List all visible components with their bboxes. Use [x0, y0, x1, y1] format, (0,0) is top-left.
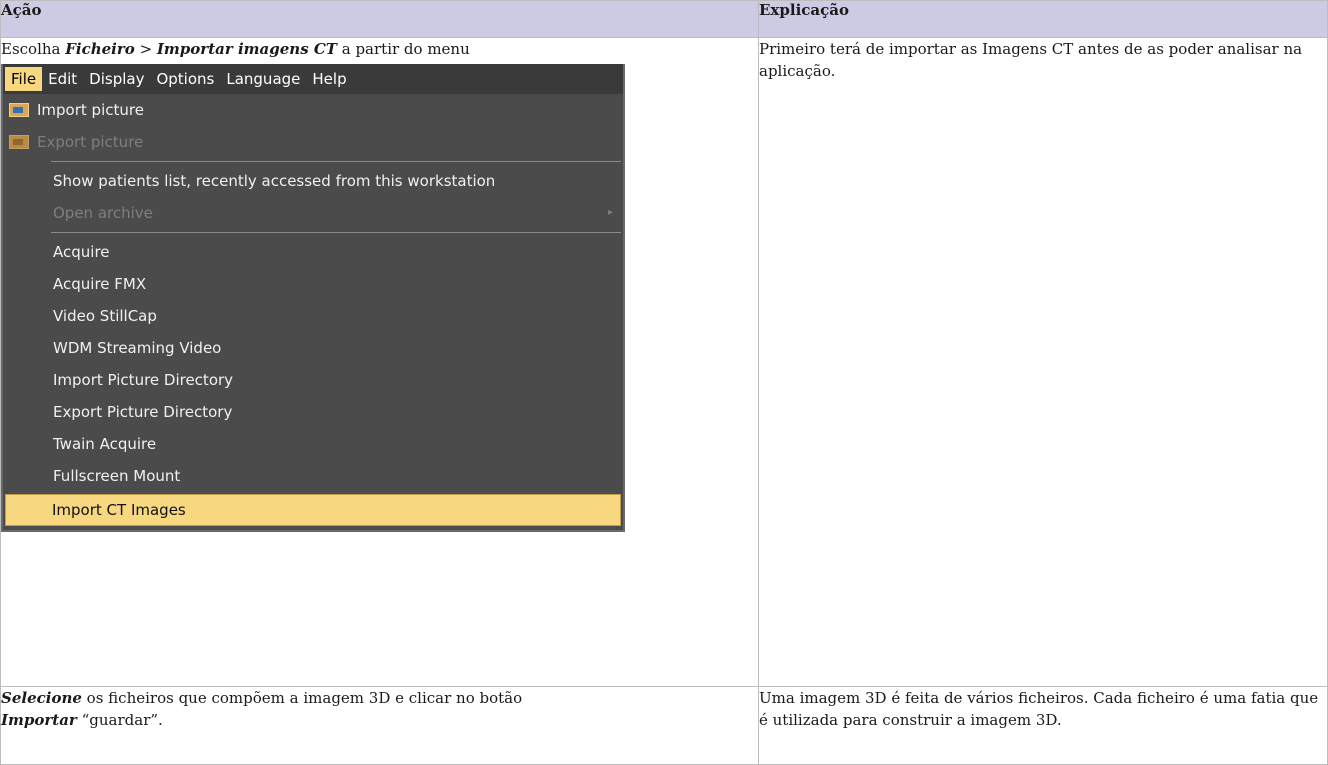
step-row-2: Selecione os ficheiros que compõem a ima…	[0, 686, 1328, 765]
menu-item-label: Open archive	[53, 204, 153, 222]
step1-explanation: Primeiro terá de importar as Imagens CT …	[758, 37, 1328, 687]
instr-text: Escolha	[1, 40, 66, 58]
export-picture-icon	[9, 135, 29, 149]
file-menu-screenshot: File Edit Display Options Language Help …	[1, 64, 625, 532]
step2-action-cell: Selecione os ficheiros que compõem a ima…	[0, 686, 759, 765]
menu-item-import-picture[interactable]: Import picture	[3, 94, 623, 126]
menu-item-twain-acquire[interactable]: Twain Acquire	[3, 428, 623, 460]
step-row-1: Escolha Ficheiro > Importar imagens CT a…	[0, 37, 1328, 687]
step2-select-word: Selecione	[1, 689, 82, 707]
menu-item-label: Import picture	[37, 101, 144, 119]
menu-separator	[51, 232, 621, 233]
step1-instruction: Escolha Ficheiro > Importar imagens CT a…	[1, 38, 758, 60]
menu-language[interactable]: Language	[220, 67, 306, 91]
menu-item-open-archive: Open archive ▸	[3, 197, 623, 229]
instr-menu-file: Ficheiro	[65, 40, 135, 58]
menu-item-import-ct-images[interactable]: Import CT Images	[5, 494, 621, 526]
import-picture-icon	[9, 103, 29, 117]
menu-options[interactable]: Options	[150, 67, 220, 91]
menu-item-show-patients[interactable]: Show patients list, recently accessed fr…	[3, 165, 623, 197]
menu-item-export-directory[interactable]: Export Picture Directory	[3, 396, 623, 428]
menu-edit[interactable]: Edit	[42, 67, 83, 91]
header-explanation: Explicação	[758, 0, 1328, 38]
step1-action-cell: Escolha Ficheiro > Importar imagens CT a…	[0, 37, 759, 687]
step2-line2-text: “guardar”.	[76, 711, 163, 729]
step2-line1: Selecione os ficheiros que compõem a ima…	[1, 687, 758, 709]
menu-item-fullscreen-mount[interactable]: Fullscreen Mount	[3, 460, 623, 492]
step2-explanation: Uma imagem 3D é feita de vários ficheiro…	[758, 686, 1328, 765]
instr-menu-import-ct: Importar imagens CT	[156, 40, 337, 58]
menu-item-wdm-streaming[interactable]: WDM Streaming Video	[3, 332, 623, 364]
header-row: Ação Explicação	[0, 0, 1328, 38]
menu-item-label: Export picture	[37, 133, 144, 151]
file-dropdown: Import picture Export picture Show patie…	[3, 94, 623, 530]
header-action: Ação	[0, 0, 759, 38]
instr-separator: >	[134, 40, 157, 58]
menu-item-acquire[interactable]: Acquire	[3, 236, 623, 268]
menu-help[interactable]: Help	[306, 67, 352, 91]
menu-item-import-directory[interactable]: Import Picture Directory	[3, 364, 623, 396]
menu-bar: File Edit Display Options Language Help	[3, 64, 623, 94]
instr-suffix: a partir do menu	[336, 40, 470, 58]
menu-display[interactable]: Display	[83, 67, 150, 91]
step2-import-word: Importar	[1, 711, 77, 729]
menu-item-acquire-fmx[interactable]: Acquire FMX	[3, 268, 623, 300]
menu-item-export-picture: Export picture	[3, 126, 623, 158]
menu-file[interactable]: File	[5, 67, 43, 91]
step2-line2: Importar “guardar”.	[1, 709, 758, 731]
instruction-table: Ação Explicação Escolha Ficheiro > Impor…	[0, 0, 1328, 765]
step2-line1-text: os ficheiros que compõem a imagem 3D e c…	[81, 689, 523, 707]
menu-item-video-stillcap[interactable]: Video StillCap	[3, 300, 623, 332]
menu-separator	[51, 161, 621, 162]
submenu-arrow-icon: ▸	[607, 207, 613, 218]
